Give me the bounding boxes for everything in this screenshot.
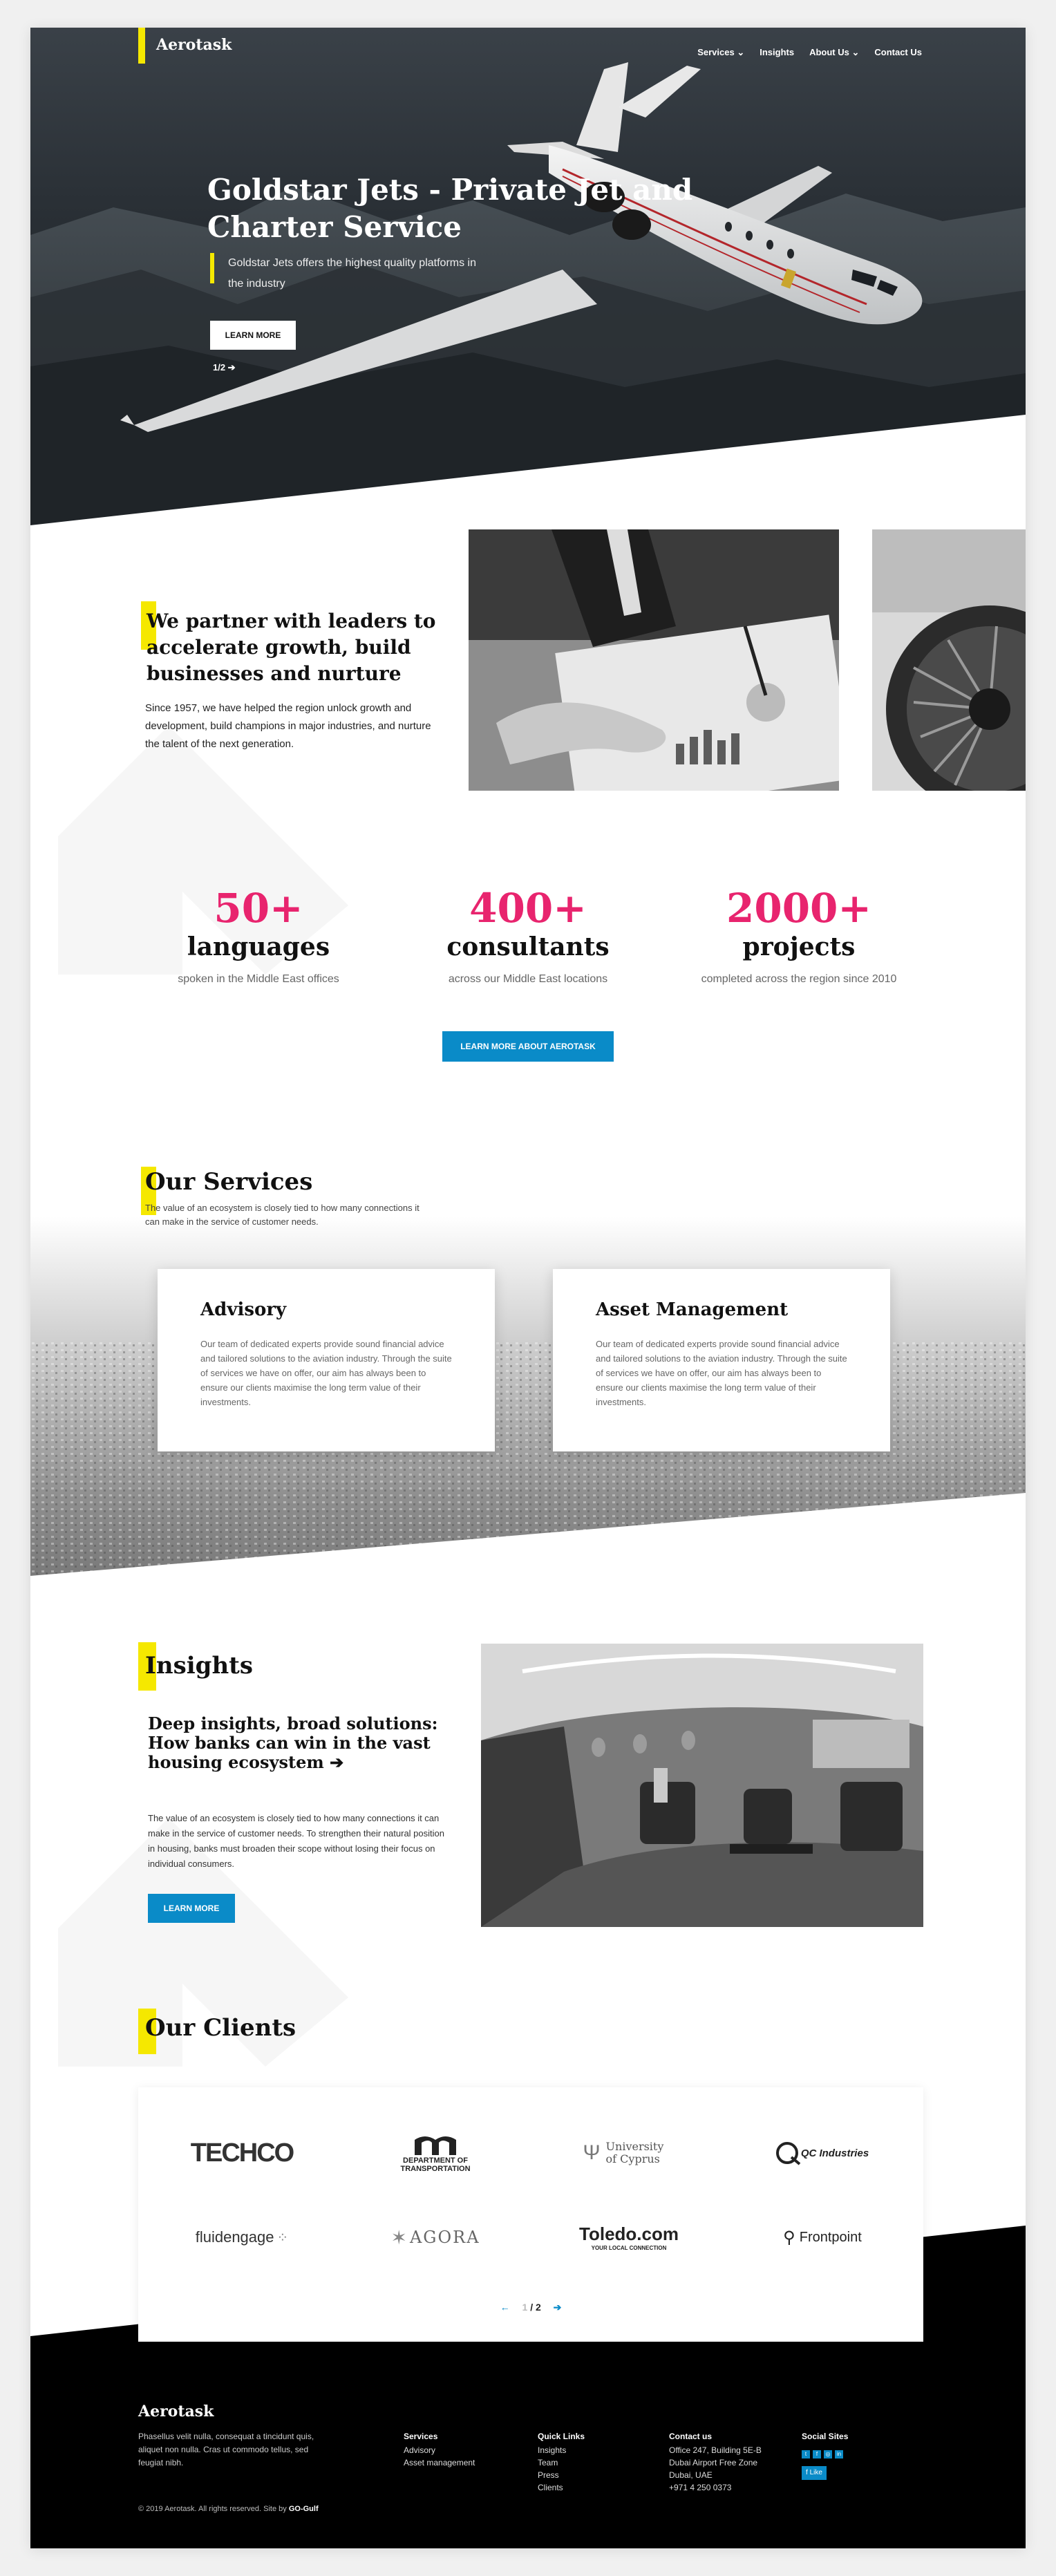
stat-description: completed across the region since 2010 (701, 973, 897, 985)
footer-social-column: Social Sites t f ◎ in f Like (802, 2430, 848, 2480)
location-pin-icon: ⚲ (783, 2228, 795, 2247)
footer-quick-links-column: Quick Links Insights Team Press Clients (538, 2432, 585, 2494)
client-logo-frontpoint[interactable]: ⚲ Frontpoint (733, 2213, 912, 2262)
footer-link-team[interactable]: Team (538, 2456, 585, 2469)
twitter-icon[interactable]: t (802, 2450, 810, 2459)
hero-diagonal-divider (30, 415, 1026, 525)
client-logo-department-of-transportation[interactable]: DEPARTMENT OF TRANSPORTATION (346, 2129, 525, 2177)
clients-carousel: TECHCO DEPARTMENT OF TRANSPORTATION Ψ Un… (138, 2087, 923, 2342)
clients-pager: ← 1 / 2 ➔ (500, 2302, 562, 2313)
site-logo[interactable]: Aerotask (156, 36, 232, 54)
learn-more-about-button[interactable]: LEARN MORE ABOUT AEROTASK (442, 1031, 614, 1062)
partner-heading: We partner with leaders to accelerate gr… (147, 610, 436, 685)
hero-subtitle: Goldstar Jets offers the highest quality… (228, 257, 476, 290)
hero-learn-more-button[interactable]: LEARN MORE (210, 321, 296, 350)
stat-number: 50+ (214, 885, 303, 932)
footer-link-advisory[interactable]: Advisory (404, 2444, 475, 2456)
stat-projects: 2000+ projects completed across the regi… (675, 885, 923, 986)
stat-number: 400+ (469, 885, 587, 932)
client-logo-university-of-cyprus[interactable]: Ψ University of Cyprus (539, 2129, 719, 2177)
service-card-title: Asset Management (596, 1299, 789, 1320)
stat-number: 2000+ (726, 885, 872, 932)
service-card-asset-management[interactable]: Asset Management Our team of dedicated e… (553, 1269, 890, 1451)
stat-label: languages (187, 932, 330, 961)
facebook-icon[interactable]: f (813, 2450, 821, 2459)
facebook-like-button[interactable]: f Like (802, 2466, 827, 2480)
linkedin-icon[interactable]: in (835, 2450, 843, 2459)
main-navigation: Services ⌄ Insights About Us ⌄ Contact U… (697, 47, 922, 58)
client-logo-fluidengage[interactable]: fluidengage ⁘ (152, 2213, 332, 2262)
jet-engine-photo (872, 529, 1026, 791)
client-logo-agora[interactable]: ✶ AGORA (346, 2213, 525, 2262)
footer-about-text: Phasellus velit nulla, consequat a tinci… (138, 2432, 314, 2467)
dot-logo-icon (415, 2136, 456, 2155)
insights-article-link[interactable]: Deep insights, broad solutions: How bank… (148, 1714, 445, 1772)
hero-slide-pager[interactable]: 1/2 ➔ (213, 362, 236, 373)
nav-item-services[interactable]: Services ⌄ (697, 47, 744, 58)
footer-services-column: Services Advisory Asset management (404, 2432, 475, 2469)
jet-cabin-interior-photo (481, 1644, 923, 1927)
service-card-text: Our team of dedicated experts provide so… (200, 1339, 452, 1407)
service-card-advisory[interactable]: Advisory Our team of dedicated experts p… (158, 1269, 495, 1451)
services-subtitle: The value of an ecosystem is closely tie… (145, 1203, 419, 1227)
insights-description: The value of an ecosystem is closely tie… (148, 1813, 444, 1869)
insights-heading: Insights (145, 1652, 254, 1680)
partner-description: Since 1957, we have helped the region un… (145, 702, 431, 750)
site-credit-link[interactable]: GO-Gulf (289, 2505, 319, 2513)
prev-arrow-icon[interactable]: ← (500, 2302, 510, 2313)
nav-item-insights[interactable]: Insights (760, 47, 794, 58)
stat-languages: 50+ languages spoken in the Middle East … (134, 885, 383, 986)
client-logo-toledo[interactable]: Toledo.com YOUR LOCAL CONNECTION (539, 2213, 719, 2262)
business-meeting-photo (469, 529, 839, 791)
page: Aerotask Services ⌄ Insights About Us ⌄ … (30, 28, 1026, 2548)
client-logo-techco[interactable]: TECHCO (152, 2129, 332, 2177)
agora-star-icon: ✶ (390, 2226, 407, 2248)
instagram-icon[interactable]: ◎ (824, 2450, 832, 2459)
logo-accent-bar (138, 28, 145, 64)
footer-copyright: © 2019 Aerotask. All rights reserved. Si… (138, 2505, 319, 2513)
stat-consultants: 400+ consultants across our Middle East … (404, 885, 652, 986)
next-arrow-icon[interactable]: ➔ (554, 2302, 562, 2313)
footer-link-asset-management[interactable]: Asset management (404, 2456, 475, 2469)
client-logo-qc-industries[interactable]: QC Industries (733, 2129, 912, 2177)
footer-link-clients[interactable]: Clients (538, 2481, 585, 2494)
clients-heading: Our Clients (145, 2014, 296, 2042)
insights-learn-more-button[interactable]: LEARN MORE (148, 1894, 235, 1923)
qc-logo-icon (775, 2142, 801, 2165)
hero-subtitle-accent (210, 253, 214, 283)
university-crest-icon: Ψ (583, 2141, 601, 2164)
hero-section: Aerotask Services ⌄ Insights About Us ⌄ … (30, 28, 1026, 525)
service-card-text: Our team of dedicated experts provide so… (596, 1339, 847, 1407)
stat-description: across our Middle East locations (448, 973, 608, 985)
footer-link-insights[interactable]: Insights (538, 2444, 585, 2456)
stat-description: spoken in the Middle East offices (178, 973, 339, 985)
footer-link-press[interactable]: Press (538, 2469, 585, 2481)
stat-label: projects (742, 932, 856, 961)
nav-item-contact-us[interactable]: Contact Us (874, 47, 922, 58)
stat-label: consultants (446, 932, 610, 961)
footer-phone[interactable]: +971 4 250 0373 (669, 2481, 762, 2494)
hero-title: Goldstar Jets - Private Jet and Charter … (207, 173, 693, 244)
services-heading: Our Services (145, 1168, 313, 1196)
service-card-title: Advisory (200, 1299, 287, 1320)
dots-logo-icon: ⁘ (276, 2230, 289, 2246)
footer-contact-column: Contact us Office 247, Building 5E-B Dub… (669, 2432, 762, 2494)
nav-item-about-us[interactable]: About Us ⌄ (809, 47, 859, 58)
footer-logo[interactable]: Aerotask (138, 2403, 214, 2420)
